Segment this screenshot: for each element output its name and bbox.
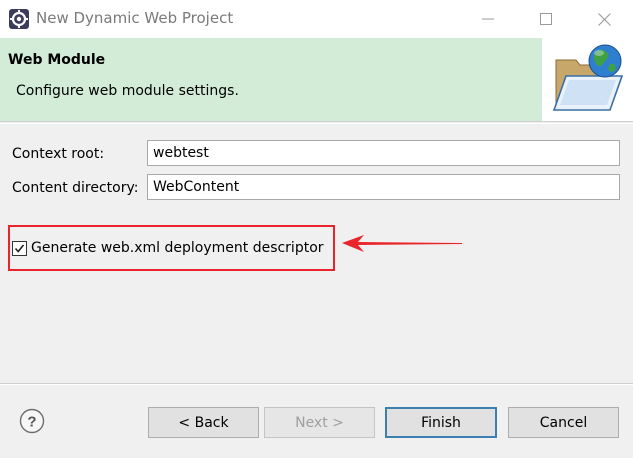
back-button[interactable]: < Back — [148, 407, 259, 438]
content-directory-label: Content directory: — [12, 180, 139, 196]
next-button[interactable]: Next > — [264, 407, 375, 438]
maximize-button[interactable] — [517, 0, 575, 38]
footer-separator-highlight — [0, 384, 633, 385]
content-directory-field[interactable] — [147, 174, 620, 200]
context-root-label: Context root: — [12, 146, 105, 162]
annotation-arrow-icon — [342, 235, 462, 252]
window-title: New Dynamic Web Project — [36, 9, 234, 27]
folder-globe-icon — [552, 44, 624, 111]
minimize-button[interactable] — [459, 0, 517, 38]
context-root-field[interactable] — [147, 140, 620, 166]
window-title-bar: New Dynamic Web Project — [0, 0, 633, 38]
finish-button[interactable]: Finish — [385, 407, 497, 438]
help-icon[interactable]: ? — [19, 408, 45, 434]
annotation-highlight-box — [8, 225, 335, 271]
svg-text:?: ? — [27, 414, 36, 431]
header-separator — [0, 121, 633, 122]
cancel-button[interactable]: Cancel — [508, 407, 619, 438]
page-title: Web Module — [8, 52, 106, 68]
banner-image — [542, 38, 633, 121]
close-button[interactable] — [575, 0, 633, 38]
header-separator-highlight — [0, 123, 633, 124]
maximize-icon — [540, 13, 552, 25]
minimize-icon — [482, 18, 494, 20]
eclipse-gear-icon — [9, 9, 29, 29]
wizard-header: Web Module Configure web module settings… — [0, 38, 633, 121]
close-icon — [597, 12, 611, 26]
page-description: Configure web module settings. — [16, 83, 239, 99]
